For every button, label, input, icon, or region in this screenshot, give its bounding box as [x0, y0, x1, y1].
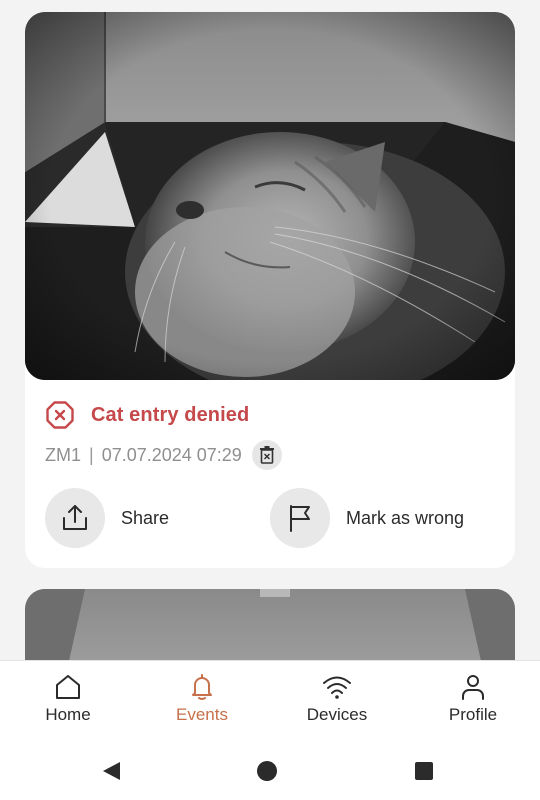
event-meta: ZM1 | 07.07.2024 07:29 [45, 440, 282, 470]
nav-home[interactable]: Home [13, 673, 123, 725]
share-action[interactable]: Share [45, 488, 169, 548]
wifi-icon [323, 676, 351, 699]
system-navigation-bar [0, 740, 540, 800]
bell-icon [192, 674, 212, 700]
mark-wrong-action[interactable]: Mark as wrong [270, 488, 464, 548]
nav-profile[interactable]: Profile [418, 673, 528, 725]
person-icon [462, 675, 484, 700]
back-icon[interactable] [100, 760, 122, 782]
nav-devices[interactable]: Devices [282, 673, 392, 725]
home-circle-icon[interactable] [256, 760, 278, 782]
trash-icon [259, 446, 274, 464]
flag-icon [290, 505, 310, 532]
event-photo[interactable] [25, 12, 515, 380]
event-card: Cat entry denied ZM1 | 07.07.2024 07:29 [25, 12, 515, 568]
event-status-text: Cat entry denied [91, 403, 250, 426]
mark-wrong-label: Mark as wrong [346, 507, 465, 528]
bottom-navigation: Home Events Devices Profile [0, 660, 540, 740]
mark-wrong-button[interactable] [270, 488, 330, 548]
nav-profile-label: Profile [448, 705, 498, 724]
recents-square-icon[interactable] [413, 760, 435, 782]
share-button[interactable] [45, 488, 105, 548]
meta-separator: | [89, 444, 94, 465]
nav-events[interactable]: Events [147, 673, 257, 725]
home-icon [56, 675, 80, 699]
share-label: Share [121, 507, 170, 528]
event-timestamp: 07.07.2024 07:29 [101, 444, 242, 465]
delete-event-button[interactable] [251, 440, 282, 470]
nav-events-label: Events [176, 705, 228, 724]
event-status: Cat entry denied [45, 400, 249, 430]
nav-home-label: Home [45, 705, 91, 724]
events-screen: Cat entry denied ZM1 | 07.07.2024 07:29 [0, 0, 540, 800]
denied-octagon-icon [46, 401, 74, 429]
share-icon [63, 505, 87, 530]
nav-devices-label: Devices [306, 705, 368, 724]
device-name: ZM1 [45, 444, 81, 465]
